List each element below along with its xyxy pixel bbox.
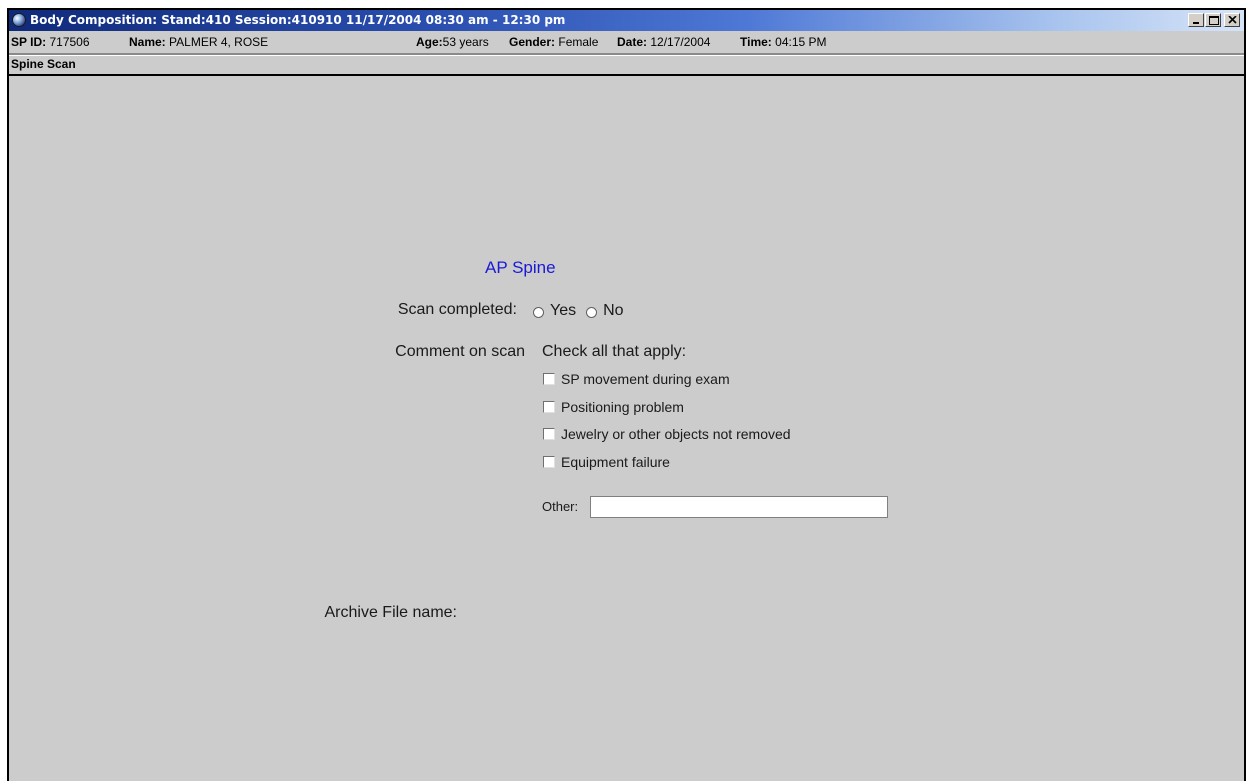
check-all-label: Check all that apply: <box>542 343 687 360</box>
section-title: Spine Scan <box>11 57 76 71</box>
checkbox-label: Equipment failure <box>561 454 670 470</box>
gender-value: Female <box>558 35 599 49</box>
checkbox-box[interactable] <box>543 373 555 385</box>
date-label: Date: <box>617 35 648 49</box>
checkbox-label: Jewelry or other objects not removed <box>561 426 791 442</box>
age-label: Age: <box>416 35 443 49</box>
checkbox-box[interactable] <box>543 456 555 468</box>
name-label: Name: <box>129 35 166 49</box>
time-value: 04:15 PM <box>775 35 827 49</box>
sp-id-field: SP ID: 717506 <box>11 31 90 53</box>
scan-completed-radio-group: Yes No <box>533 302 634 320</box>
checkbox-positioning-problem[interactable]: Positioning problem <box>543 399 684 415</box>
close-icon[interactable] <box>1224 13 1240 27</box>
time-label: Time: <box>740 35 772 49</box>
window-controls <box>1188 13 1240 27</box>
checkbox-box[interactable] <box>543 401 555 413</box>
radio-option-no[interactable]: No <box>586 302 624 320</box>
scan-completed-label: Scan completed: <box>397 301 517 318</box>
radio-yes-label: Yes <box>550 302 577 319</box>
age-field: Age:53 years <box>416 31 489 53</box>
maximize-icon[interactable] <box>1205 13 1221 27</box>
name-value: PALMER 4, ROSE <box>169 35 269 49</box>
section-divider <box>9 74 1244 76</box>
body-composition-window: Body Composition: Stand:410 Session:4109… <box>7 8 1246 781</box>
other-input[interactable] <box>590 496 888 518</box>
checkbox-equipment-failure[interactable]: Equipment failure <box>543 454 670 470</box>
form-heading: AP Spine <box>485 258 556 277</box>
title-bar[interactable]: Body Composition: Stand:410 Session:4109… <box>9 10 1244 31</box>
date-field: Date: 12/17/2004 <box>617 31 710 53</box>
sp-id-value: 717506 <box>49 35 90 49</box>
radio-yes[interactable] <box>533 306 544 318</box>
checkbox-box[interactable] <box>543 428 555 440</box>
checkbox-sp-movement[interactable]: SP movement during exam <box>543 371 730 387</box>
sp-id-label: SP ID: <box>11 35 47 49</box>
date-value: 12/17/2004 <box>650 35 711 49</box>
name-field: Name: PALMER 4, ROSE <box>129 31 268 53</box>
comment-on-scan-label: Comment on scan <box>395 343 525 360</box>
archive-file-name-label: Archive File name: <box>324 604 458 621</box>
minimize-icon[interactable] <box>1188 13 1204 27</box>
radio-option-yes[interactable]: Yes <box>533 302 576 320</box>
participant-info-bar: SP ID: 717506 Name: PALMER 4, ROSE Age:5… <box>9 31 1244 53</box>
other-label: Other: <box>542 499 579 514</box>
checkbox-label: Positioning problem <box>561 399 684 415</box>
age-value: 53 years <box>442 35 489 49</box>
time-field: Time: 04:15 PM <box>740 31 827 53</box>
radio-no-label: No <box>603 302 624 319</box>
window-title: Body Composition: Stand:410 Session:4109… <box>30 13 566 27</box>
gender-field: Gender: Female <box>509 31 598 53</box>
checkbox-jewelry[interactable]: Jewelry or other objects not removed <box>543 426 791 442</box>
info-divider <box>9 53 1244 56</box>
gender-label: Gender: <box>509 35 556 49</box>
checkbox-label: SP movement during exam <box>561 371 730 387</box>
globe-icon[interactable] <box>12 13 26 27</box>
radio-no[interactable] <box>586 306 598 318</box>
